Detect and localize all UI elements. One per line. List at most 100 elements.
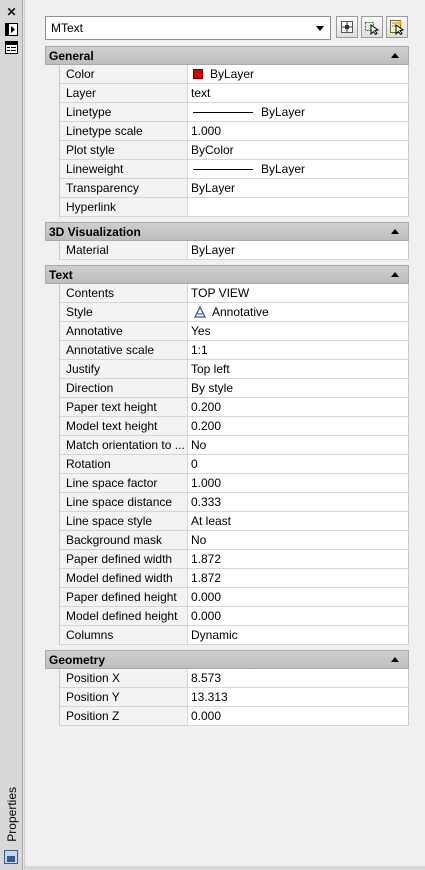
property-name: Model defined height <box>60 607 188 625</box>
collapse-icon[interactable] <box>391 272 399 277</box>
property-row-rotation[interactable]: Rotation 0 <box>60 455 409 474</box>
lineweight-sample-icon <box>193 168 253 170</box>
property-value[interactable]: 1.000 <box>188 474 409 492</box>
property-value[interactable]: At least <box>188 512 409 530</box>
property-name: Paper defined width <box>60 550 188 568</box>
property-value[interactable]: ByLayer <box>188 160 409 178</box>
property-name: Hyperlink <box>60 198 188 216</box>
property-value[interactable]: ByLayer <box>188 179 409 197</box>
property-name: Match orientation to ... <box>60 436 188 454</box>
palette-title-strip: ✕ Properties <box>0 0 23 870</box>
property-row-hyperlink[interactable]: Hyperlink <box>60 198 409 217</box>
collapse-icon[interactable] <box>391 229 399 234</box>
property-row-transparency[interactable]: Transparency ByLayer <box>60 179 409 198</box>
properties-icon <box>4 850 18 864</box>
section-text[interactable]: Text <box>45 265 409 284</box>
property-row-position-z[interactable]: Position Z 0.000 <box>60 707 409 726</box>
quick-select-button[interactable] <box>386 16 408 38</box>
section-general[interactable]: General <box>45 46 409 65</box>
property-value[interactable]: No <box>188 531 409 549</box>
property-row-annotative-scale[interactable]: Annotative scale 1:1 <box>60 341 409 360</box>
properties-panel: MText General Color ByLayer Layer text L… <box>24 0 425 870</box>
general-rows: Color ByLayer Layer text Linetype ByLaye… <box>59 65 409 217</box>
property-name: Line space factor <box>60 474 188 492</box>
property-row-model-defined-width[interactable]: Model defined width 1.872 <box>60 569 409 588</box>
pickadd-button[interactable] <box>336 16 358 38</box>
property-row-style[interactable]: Style Annotative <box>60 303 409 322</box>
property-value[interactable]: ByLayer <box>188 241 409 259</box>
property-row-match-orientation[interactable]: Match orientation to ... No <box>60 436 409 455</box>
property-row-plot-style[interactable]: Plot style ByColor <box>60 141 409 160</box>
property-row-model-text-height[interactable]: Model text height 0.200 <box>60 417 409 436</box>
linetype-sample-icon <box>193 111 253 113</box>
property-row-direction[interactable]: Direction By style <box>60 379 409 398</box>
property-value[interactable]: 1:1 <box>188 341 409 359</box>
property-row-justify[interactable]: Justify Top left <box>60 360 409 379</box>
color-swatch-icon <box>193 69 203 79</box>
property-row-linetype-scale[interactable]: Linetype scale 1.000 <box>60 122 409 141</box>
property-row-lineweight[interactable]: Lineweight ByLayer <box>60 160 409 179</box>
property-value[interactable]: 0.000 <box>188 607 409 625</box>
property-name: Style <box>60 303 188 321</box>
property-value[interactable]: 0.200 <box>188 417 409 435</box>
palette-menu-icon[interactable] <box>4 40 19 55</box>
property-value[interactable]: Top left <box>188 360 409 378</box>
property-value[interactable]: Dynamic <box>188 626 409 644</box>
property-row-paper-text-height[interactable]: Paper text height 0.200 <box>60 398 409 417</box>
property-value[interactable]: 1.000 <box>188 122 409 140</box>
property-row-paper-defined-width[interactable]: Paper defined width 1.872 <box>60 550 409 569</box>
property-row-line-space-style[interactable]: Line space style At least <box>60 512 409 531</box>
property-value[interactable]: 0.000 <box>188 707 409 725</box>
property-value[interactable]: 13.313 <box>188 688 409 706</box>
property-value[interactable]: 1.872 <box>188 569 409 587</box>
auto-hide-icon[interactable] <box>4 22 19 37</box>
property-row-position-y[interactable]: Position Y 13.313 <box>60 688 409 707</box>
section-geometry[interactable]: Geometry <box>45 650 409 669</box>
property-name: Plot style <box>60 141 188 159</box>
property-value[interactable]: Yes <box>188 322 409 340</box>
property-value[interactable]: Annotative <box>188 303 409 321</box>
property-value[interactable]: 0.200 <box>188 398 409 416</box>
section-3d-visualization[interactable]: 3D Visualization <box>45 222 409 241</box>
select-objects-icon <box>365 22 380 35</box>
select-objects-button[interactable] <box>361 16 383 38</box>
property-row-background-mask[interactable]: Background mask No <box>60 531 409 550</box>
property-value[interactable]: text <box>188 84 409 102</box>
property-row-position-x[interactable]: Position X 8.573 <box>60 669 409 688</box>
property-row-contents[interactable]: Contents TOP VIEW <box>60 284 409 303</box>
property-row-line-space-factor[interactable]: Line space factor 1.000 <box>60 474 409 493</box>
close-icon[interactable]: ✕ <box>4 4 19 19</box>
chevron-down-icon[interactable] <box>312 20 327 36</box>
property-row-annotative[interactable]: Annotative Yes <box>60 322 409 341</box>
property-value[interactable]: 0.333 <box>188 493 409 511</box>
annotative-icon <box>194 306 206 318</box>
property-value[interactable]: ByColor <box>188 141 409 159</box>
property-row-line-space-distance[interactable]: Line space distance 0.333 <box>60 493 409 512</box>
collapse-icon[interactable] <box>391 657 399 662</box>
property-name: Annotative <box>60 322 188 340</box>
property-value[interactable] <box>188 198 409 216</box>
property-value[interactable]: No <box>188 436 409 454</box>
object-type-value: MText <box>51 21 84 35</box>
property-value[interactable]: ByLayer <box>188 103 409 121</box>
property-row-columns[interactable]: Columns Dynamic <box>60 626 409 645</box>
property-row-paper-defined-height[interactable]: Paper defined height 0.000 <box>60 588 409 607</box>
property-value[interactable]: 0.000 <box>188 588 409 606</box>
property-value[interactable]: TOP VIEW <box>188 284 409 302</box>
panel-bottom-edge <box>25 866 425 870</box>
property-row-layer[interactable]: Layer text <box>60 84 409 103</box>
property-value[interactable]: 1.872 <box>188 550 409 568</box>
quick-select-icon <box>390 20 405 35</box>
property-row-model-defined-height[interactable]: Model defined height 0.000 <box>60 607 409 626</box>
property-value[interactable]: 0 <box>188 455 409 473</box>
property-value[interactable]: By style <box>188 379 409 397</box>
property-value[interactable]: 8.573 <box>188 669 409 687</box>
property-value[interactable]: ByLayer <box>188 65 409 83</box>
property-row-linetype[interactable]: Linetype ByLayer <box>60 103 409 122</box>
text-rows: Contents TOP VIEW Style Annotative Annot… <box>59 284 409 645</box>
collapse-icon[interactable] <box>391 53 399 58</box>
property-row-material[interactable]: Material ByLayer <box>60 241 409 260</box>
object-type-select[interactable]: MText <box>45 16 331 40</box>
property-row-color[interactable]: Color ByLayer <box>60 65 409 84</box>
geometry-rows: Position X 8.573 Position Y 13.313 Posit… <box>59 669 409 726</box>
